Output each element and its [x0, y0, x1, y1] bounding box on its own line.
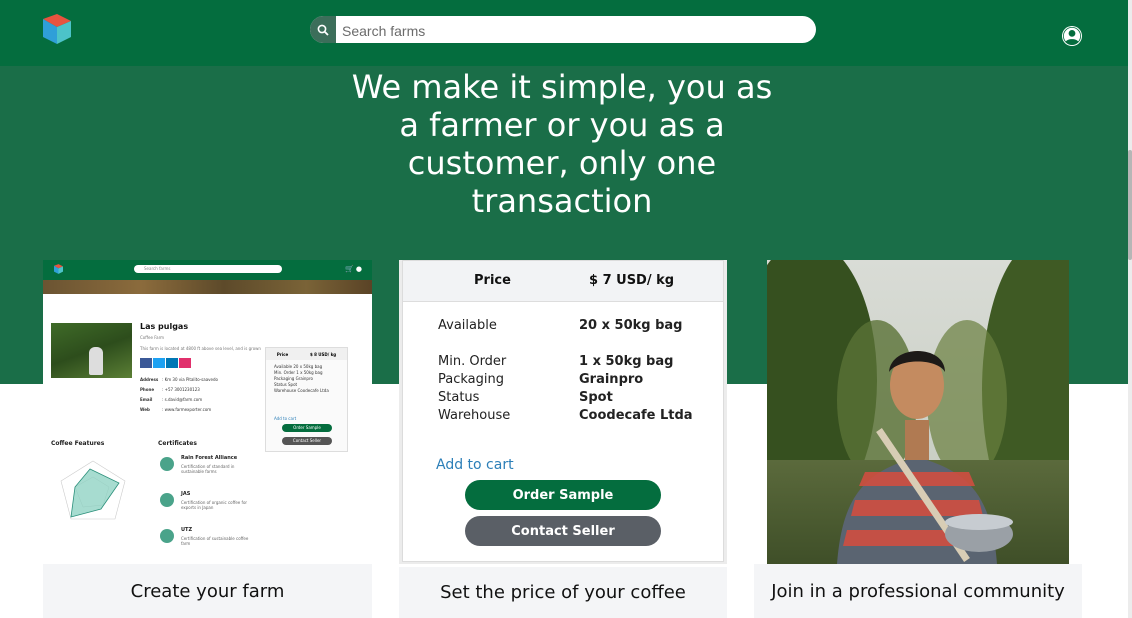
preview-order-sample: Order Sample [282, 424, 332, 432]
scrollbar-thumb[interactable] [1128, 150, 1132, 260]
preview-farm-type: Coffee Farm [140, 335, 165, 340]
preview-price-box: Price $ 8 USD/ kg Available 20 x 50kg bag… [265, 347, 348, 452]
certificate-badge-icon [160, 457, 174, 471]
price-card: Price $ 7 USD/ kg Available Min. Order P… [399, 260, 727, 564]
certificate-item: JAS Certification of organic coffee for e… [158, 491, 338, 527]
contact-seller-button[interactable]: Contact Seller [465, 516, 661, 546]
linkedin-icon [166, 358, 178, 368]
card-caption-set-price: Set the price of your coffee [399, 567, 727, 618]
preview-search-input: Search farms [134, 265, 282, 273]
farmer-figure [89, 347, 103, 375]
preview-info-row: Address: Km 30 via Pitalito-saavedo [140, 377, 218, 382]
preview-price-rows: Available 20 x 50kg bag Min. Order 1 x 5… [274, 364, 329, 393]
price-row-labels: Available Min. Order Packaging Status Wa… [438, 318, 511, 423]
preview-farm-photo [51, 323, 132, 378]
certificate-badge-icon [160, 529, 174, 543]
instagram-icon [179, 358, 191, 368]
scrollbar[interactable] [1128, 0, 1132, 618]
add-to-cart-link[interactable]: Add to cart [436, 457, 514, 473]
preview-features-title: Coffee Features [51, 440, 105, 447]
preview-contact-info: Address: Km 30 via Pitalito-saavedo Phon… [140, 375, 218, 415]
preview-info-row: Email: s.david@farm.com [140, 397, 203, 402]
preview-price-header: Price $ 8 USD/ kg [266, 348, 347, 360]
search-icon[interactable] [310, 16, 336, 43]
price-label: Price [474, 273, 511, 288]
certificate-badge-icon [160, 493, 174, 507]
logo-icon[interactable] [43, 14, 71, 44]
preview-cart-user-icons: 🛒 ● [344, 265, 362, 273]
price-header: Price $ 7 USD/ kg [403, 261, 723, 302]
preview-contact-seller: Contact Seller [282, 437, 332, 445]
preview-logo-icon [54, 264, 63, 274]
farmer-holding-basket-photo [767, 260, 1069, 564]
facebook-icon [140, 358, 152, 368]
price-value: $ 7 USD/ kg [589, 273, 675, 288]
top-navigation-bar [0, 0, 1128, 66]
coffee-features-radar-chart [60, 460, 126, 520]
preview-info-row: Phone: +57 3001230123 [140, 387, 200, 392]
preview-social-icons [140, 358, 191, 368]
search-input[interactable] [340, 19, 804, 42]
preview-farm-name: Las pulgas [140, 322, 189, 331]
preview-info-row: Web: www.farmexporter.com [140, 407, 212, 412]
farm-profile-preview: Search farms 🛒 ● Las pulgas Coffee Farm … [43, 260, 372, 564]
card-caption-join-community: Join in a professional community [754, 564, 1082, 618]
preview-banner-image [43, 280, 372, 294]
twitter-icon [153, 358, 165, 368]
certificate-item: Rain Forest Alliance Certification of sta… [158, 455, 338, 491]
certificate-item: UTZ Certification of sustainable coffee f… [158, 527, 338, 563]
user-account-icon[interactable] [1061, 25, 1083, 47]
price-row-values: 20 x 50kg bag 1 x 50kg bag Grainpro Spot… [579, 318, 693, 423]
price-table: Price $ 7 USD/ kg Available Min. Order P… [402, 260, 724, 562]
search-bar [310, 16, 816, 43]
preview-add-to-cart: Add to cart [274, 416, 297, 421]
preview-farm-description: This farm is located at 4800 ft above se… [140, 346, 261, 351]
preview-certificates-list: Rain Forest Alliance Certification of sta… [158, 455, 338, 563]
hero-headline: We make it simple, you as a farmer or yo… [351, 68, 773, 220]
card-caption-create-farm: Create your farm [43, 564, 372, 618]
preview-certificates-title: Certificates [158, 440, 197, 447]
order-sample-button[interactable]: Order Sample [465, 480, 661, 510]
